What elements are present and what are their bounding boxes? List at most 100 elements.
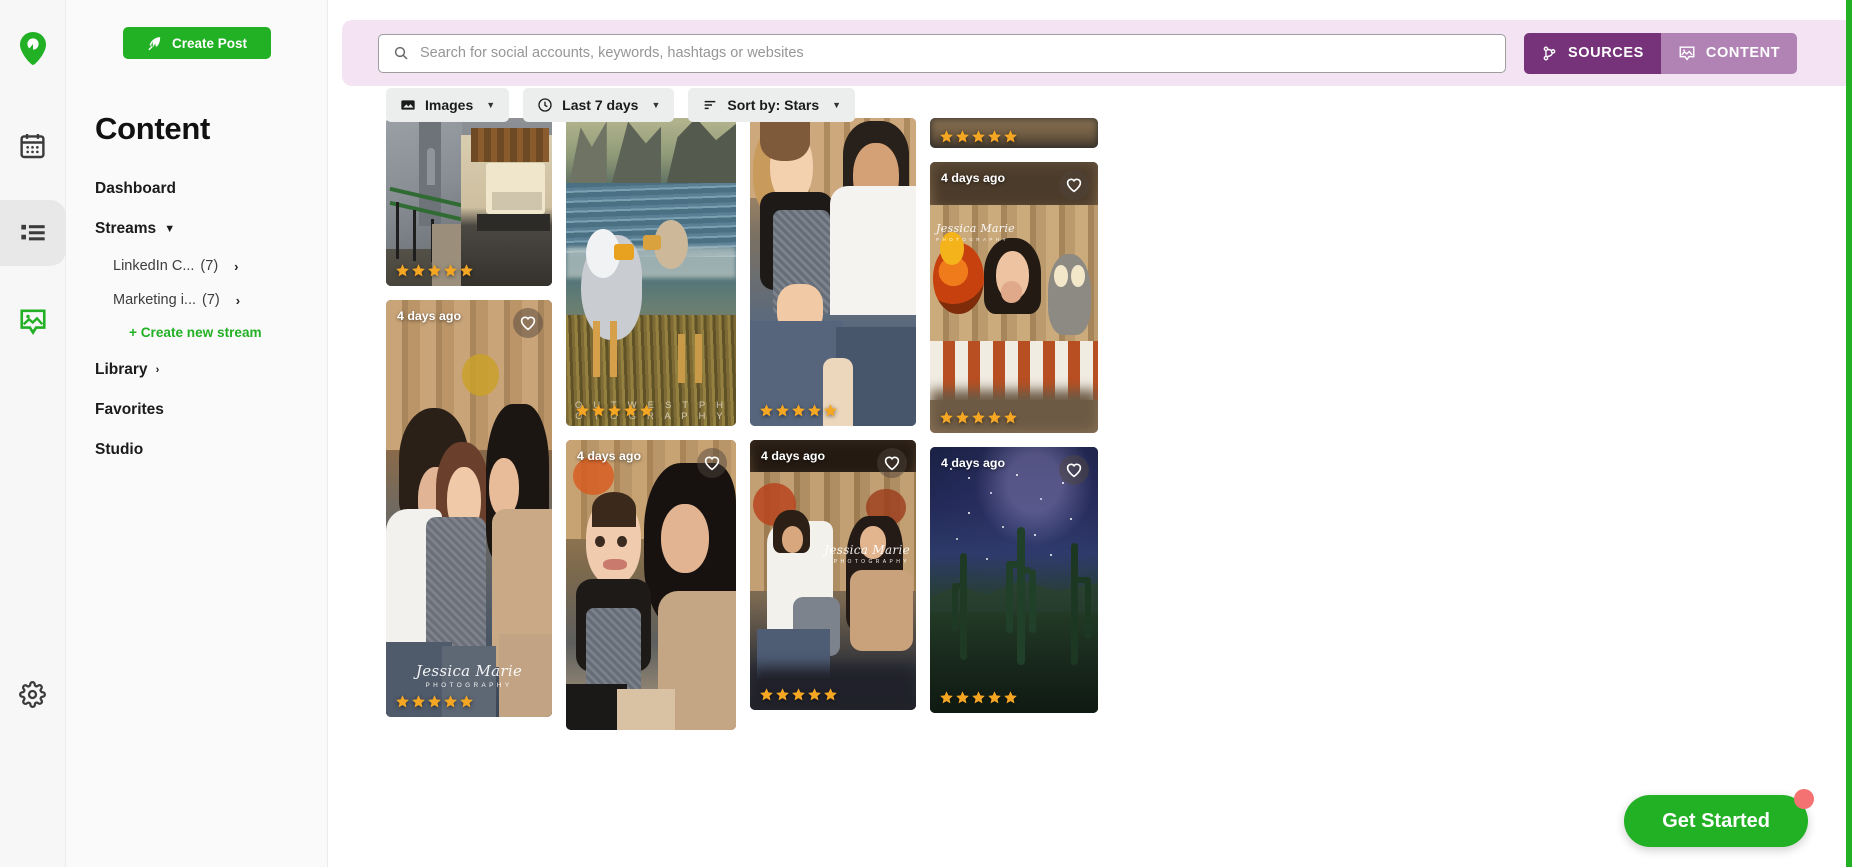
card-date-badge: 4 days ago [941,171,1006,185]
card-date-badge: 4 days ago [577,449,642,463]
heart-icon-glyph [1066,178,1082,193]
card-date-badge: 4 days ago [941,456,1006,470]
gear-icon-glyph [19,680,46,708]
card-photo-family-fence [750,440,916,710]
right-edge-accent [1846,0,1852,867]
grid-column: O U T W E S T P H O T O G R A P H Y 4 da… [566,118,736,867]
stream-count: (7) [200,258,219,274]
sidebar-item-studio[interactable]: Studio [95,430,327,470]
media-icon-glyph [19,309,46,335]
card-photo-dad-daughter [750,118,916,426]
logo-pin-icon[interactable] [0,16,66,82]
quill-icon [148,36,161,50]
sidebar-item-label: Dashboard [95,180,176,197]
list-icon-glyph [20,224,45,241]
star-rating [939,129,1018,144]
content-card[interactable]: 4 days ago [930,447,1098,713]
search-band: SOURCES CONTENT [342,20,1852,86]
get-started-button[interactable]: Get Started [1624,789,1814,847]
content-card[interactable]: O U T W E S T P H O T O G R A P H Y [566,118,736,426]
favorite-heart-icon[interactable] [877,448,907,478]
create-post-button[interactable]: Create Post [122,27,271,59]
content-card[interactable]: 4 days ago Jessica Marie PHOTOGRAPHY [386,300,552,717]
tab-content[interactable]: CONTENT [1660,32,1798,74]
card-photo-family-kiss [386,300,552,717]
favorite-heart-icon[interactable] [1059,170,1089,200]
sidebar-item-label: Favorites [95,401,164,418]
grid-column: 4 days ago Jessica Marie PHOTOGRAPHY [750,118,916,867]
filter-images[interactable]: Images ▼ [386,88,510,122]
star-rating [395,263,474,278]
chevron-right-icon: › [235,292,241,308]
media-icon[interactable] [0,288,66,354]
list-icon[interactable] [0,200,66,266]
sidebar-item-favorites[interactable]: Favorites [95,390,327,430]
heart-icon-glyph [1066,463,1082,478]
content-card[interactable] [386,118,552,286]
tab-sources[interactable]: SOURCES [1524,32,1661,74]
filter-bar: Images ▼ Last 7 days ▼ Sort by: Stars ▼ [386,88,856,122]
filter-label: Last 7 days [562,97,639,113]
stream-count: (7) [202,292,220,308]
chevron-right-icon: › [155,364,160,376]
tab-label: CONTENT [1705,45,1781,61]
watermark-sub: PHOTOGRAPHY [425,682,513,689]
sidebar-item-label: Library [95,361,148,378]
image-icon [401,100,415,110]
card-watermark: Jessica Marie PHOTOGRAPHY [936,222,1016,242]
filter-date-range[interactable]: Last 7 days ▼ [523,88,675,122]
chevron-down-icon: ▼ [651,100,661,110]
create-new-stream-link[interactable]: + Create new stream [129,317,327,350]
sidebar-stream-linkedin[interactable]: LinkedIn C... (7) › [113,249,327,283]
sidebar-item-label: Studio [95,441,144,458]
card-photo-truck [386,118,552,286]
sidebar: Create Post Content Dashboard Streams ▼ … [66,0,328,867]
card-watermark: Jessica Marie PHOTOGRAPHY [820,543,910,565]
page-title: Content [95,111,210,146]
filter-sort[interactable]: Sort by: Stars ▼ [688,88,856,122]
watermark-main: Jessica Marie [936,221,1015,235]
content-card[interactable] [750,118,916,426]
search-field-wrap[interactable] [378,33,1506,73]
star-rating [759,687,838,702]
sidebar-item-dashboard[interactable]: Dashboard [95,169,327,209]
chevron-down-icon: ▼ [164,223,176,235]
card-watermark: Jessica Marie PHOTOGRAPHY [386,662,552,689]
calendar-icon[interactable] [0,112,66,178]
search-input[interactable] [420,45,1491,61]
content-card[interactable]: 4 days ago Jessica Marie PHOTOGRAPHY [750,440,916,710]
sidebar-stream-marketing[interactable]: Marketing i... (7) › [113,283,327,317]
sidebar-item-label: Streams [95,220,157,237]
filter-label: Images [425,97,474,113]
chevron-right-icon: › [234,258,239,274]
get-started-label: Get Started [1662,809,1770,832]
gear-icon[interactable] [0,661,66,727]
notification-dot [1794,789,1814,809]
heart-icon-glyph [884,456,900,471]
watermark-main: Jessica Marie [415,662,523,680]
star-rating [575,403,654,418]
favorite-heart-icon[interactable] [513,308,543,338]
grid-column: 4 days ago Jessica Marie PHOTOGRAPHY [930,118,1098,867]
content-card[interactable] [930,118,1098,148]
tab-label: SOURCES [1568,45,1644,61]
icon-rail [0,0,66,867]
star-rating [939,410,1018,425]
sidebar-item-streams[interactable]: Streams ▼ [95,209,327,249]
content-card[interactable]: 4 days ago [566,440,736,730]
branch-icon [1543,46,1556,60]
watermark-sub: PHOTOGRAPHY [936,236,1010,242]
content-card[interactable]: 4 days ago Jessica Marie PHOTOGRAPHY [930,162,1098,433]
create-post-label: Create Post [171,35,248,51]
card-photo-seagulls [566,118,736,426]
card-photo-girl-owl [930,162,1098,433]
favorite-heart-icon[interactable] [697,448,727,478]
heart-icon-glyph [520,316,536,331]
favorite-heart-icon[interactable] [1059,455,1089,485]
heart-icon-glyph [704,456,720,471]
media-icon [1679,46,1695,61]
chevron-down-icon: ▼ [832,100,842,110]
grid-column: 4 days ago Jessica Marie PHOTOGRAPHY [386,118,552,867]
main-content: Images ▼ Last 7 days ▼ Sort by: Stars ▼ [328,0,1852,867]
sidebar-item-library[interactable]: Library › [95,350,327,390]
